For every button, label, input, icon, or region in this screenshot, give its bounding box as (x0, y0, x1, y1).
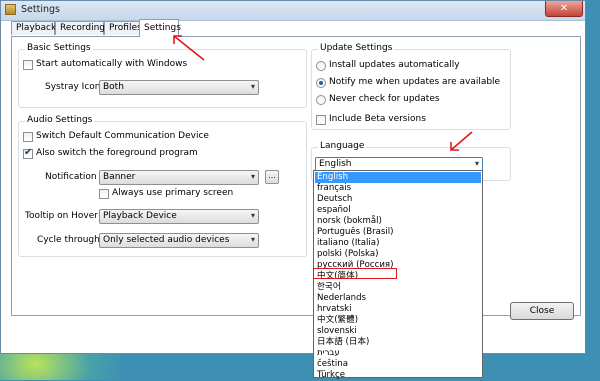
systray-label: Systray Icon (45, 82, 101, 92)
notify-updates-label: Notify me when updates are available (329, 77, 501, 87)
install-auto-label: Install updates automatically (329, 60, 460, 70)
language-option[interactable]: 한국어 (315, 282, 481, 293)
close-button[interactable]: Close (510, 302, 574, 320)
start-auto-checkbox[interactable] (23, 60, 33, 70)
language-option[interactable]: français (315, 183, 481, 194)
language-option[interactable]: Deutsch (315, 194, 481, 205)
audio-settings-title: Audio Settings (25, 115, 95, 125)
systray-select[interactable]: Both ▾ (99, 80, 259, 95)
language-option[interactable]: Nederlands (315, 293, 481, 304)
update-settings-group: Update Settings Install updates automati… (311, 43, 511, 130)
include-beta-checkbox[interactable] (316, 115, 326, 125)
tooltip-label: Tooltip on Hover (25, 211, 98, 221)
settings-window: Settings ✕ Playback Recording Profiles S… (0, 0, 586, 354)
chevron-down-icon: ▾ (250, 211, 255, 220)
notification-browse-button[interactable]: ... (265, 170, 279, 184)
annotation-arrow-icon (173, 35, 205, 61)
language-option[interactable]: norsk (bokmål) (315, 216, 481, 227)
notification-select[interactable]: Banner ▾ (99, 170, 259, 185)
window-close-button[interactable]: ✕ (545, 1, 583, 17)
basic-settings-title: Basic Settings (25, 43, 93, 53)
language-option[interactable]: polski (Polska) (315, 249, 481, 260)
tooltip-value: Playback Device (103, 211, 177, 221)
cycle-label: Cycle through (37, 235, 100, 245)
systray-value: Both (103, 82, 124, 92)
highlight-box (313, 268, 397, 279)
language-option[interactable]: slovenski (315, 326, 481, 337)
also-switch-label: Also switch the foreground program (36, 148, 198, 158)
language-option[interactable]: עברית (315, 348, 481, 359)
app-icon (5, 4, 16, 15)
tab-playback[interactable]: Playback (11, 21, 56, 35)
language-option[interactable]: 中文(繁體) (315, 315, 481, 326)
always-primary-label: Always use primary screen (112, 188, 234, 198)
language-value: English (319, 159, 352, 169)
notification-label: Notification (45, 172, 97, 182)
switch-default-checkbox[interactable] (23, 132, 33, 142)
language-option[interactable]: čeština (315, 359, 481, 370)
tooltip-select[interactable]: Playback Device ▾ (99, 209, 259, 224)
cycle-select[interactable]: Only selected audio devices ▾ (99, 233, 259, 248)
language-option[interactable]: 日本語 (日本) (315, 337, 481, 348)
cycle-value: Only selected audio devices (103, 235, 230, 245)
language-title: Language (318, 141, 367, 151)
switch-default-label: Switch Default Communication Device (36, 131, 209, 141)
include-beta-label: Include Beta versions (329, 114, 426, 124)
language-option[interactable]: English (315, 172, 481, 183)
settings-panel: Basic Settings Start automatically with … (11, 36, 581, 316)
chevron-down-icon: ▾ (250, 235, 255, 244)
notification-value: Banner (103, 172, 136, 182)
audio-settings-group: Audio Settings Switch Default Communicat… (18, 115, 307, 257)
language-option[interactable]: hrvatski (315, 304, 481, 315)
never-check-label: Never check for updates (329, 94, 440, 104)
title-bar: Settings ✕ (1, 1, 585, 21)
language-option[interactable]: Türkçe (315, 370, 481, 381)
chevron-down-icon: ▾ (250, 82, 255, 91)
window-title: Settings (21, 4, 60, 15)
chevron-down-icon: ▾ (250, 172, 255, 181)
update-settings-title: Update Settings (318, 43, 395, 53)
annotation-arrow-icon (450, 131, 473, 151)
chevron-down-icon: ▾ (474, 159, 479, 168)
basic-settings-group: Basic Settings Start automatically with … (18, 43, 307, 108)
start-auto-label: Start automatically with Windows (36, 59, 188, 69)
language-option[interactable]: Português (Brasil) (315, 227, 481, 238)
always-primary-checkbox[interactable] (99, 189, 109, 199)
also-switch-checkbox[interactable] (23, 147, 33, 159)
language-option[interactable]: español (315, 205, 481, 216)
language-option[interactable]: italiano (Italia) (315, 238, 481, 249)
tab-profiles[interactable]: Profiles (104, 21, 144, 35)
notify-updates-radio[interactable] (316, 78, 326, 88)
close-icon: ✕ (559, 3, 569, 14)
install-auto-radio[interactable] (316, 61, 326, 71)
never-check-radio[interactable] (316, 95, 326, 105)
tab-recording[interactable]: Recording (55, 21, 105, 35)
